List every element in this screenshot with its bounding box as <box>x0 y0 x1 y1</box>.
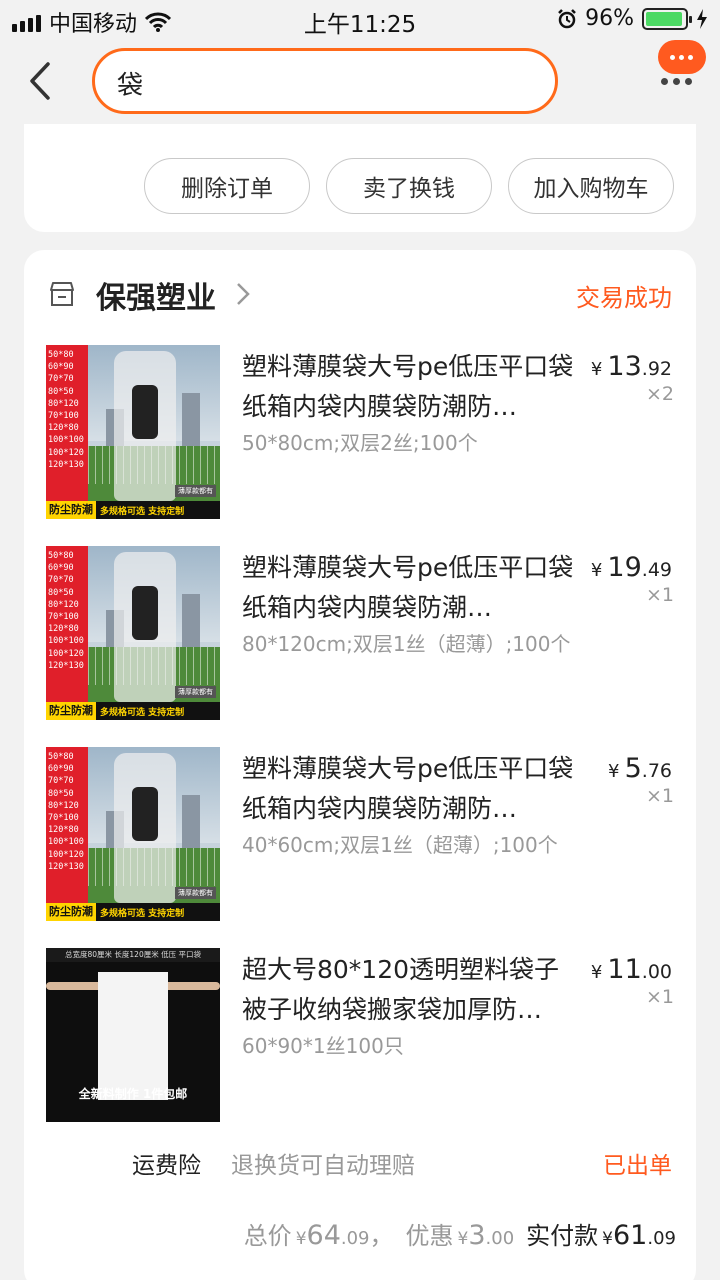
chevron-right-icon <box>237 283 250 305</box>
product-spec: 40*60cm;双层1丝（超薄）;100个 <box>242 833 558 857</box>
product-price: ¥ 19.49 <box>590 552 672 583</box>
product-image: 50*80 60*90 70*70 80*50 80*120 70*100 120*80 10… <box>46 747 220 921</box>
previous-order-card: 删除订单 卖了换钱 加入购物车 <box>24 124 696 232</box>
order-item[interactable]: 50*80 60*90 70*70 80*50 80*120 70*100 120*80 10… <box>24 345 696 521</box>
product-image: 50*80 60*90 70*70 80*50 80*120 70*100 120*80 10… <box>46 345 220 519</box>
search-input[interactable]: 袋 <box>92 48 558 114</box>
search-query: 袋 <box>117 71 144 101</box>
product-title: 塑料薄膜袋大号pe低压平口袋纸箱内袋内膜袋防潮… <box>242 553 574 622</box>
product-title: 塑料薄膜袋大号pe低压平口袋纸箱内袋内膜袋防潮防… <box>242 352 574 421</box>
order-item[interactable]: 50*80 60*90 70*70 80*50 80*120 70*100 120*80 10… <box>24 546 696 722</box>
order-totals: 总价 ¥64.09 ， 优惠 ¥3.00 实付款 ¥61.09 <box>244 1216 676 1251</box>
size-list: 50*80 60*90 70*70 80*50 80*120 70*100 120*80 10… <box>48 350 84 470</box>
shipping-insurance-row[interactable]: 运费险 退换货可自动理赔 已出单 <box>24 1146 696 1186</box>
sell-button[interactable]: 卖了换钱 <box>326 158 492 214</box>
back-arrow-icon[interactable] <box>22 58 62 104</box>
discount-label: 优惠 <box>405 1222 454 1250</box>
insurance-desc: 退换货可自动理赔 <box>231 1153 415 1179</box>
total-label: 总价 <box>243 1222 292 1250</box>
order-item[interactable]: 50*80 60*90 70*70 80*50 80*120 70*100 120*80 10… <box>24 747 696 923</box>
paid-label: 实付款 <box>526 1222 599 1250</box>
discount-value: 3 <box>468 1220 486 1251</box>
shop-icon <box>50 282 74 306</box>
insurance-label: 运费险 <box>132 1153 201 1179</box>
shop-row[interactable]: 保强塑业 交易成功 <box>24 270 696 320</box>
size-list: 50*80 60*90 70*70 80*50 80*120 70*100 120*80 10… <box>48 752 84 872</box>
status-bar: 中国移动 上午11:25 96% <box>0 0 720 40</box>
size-list: 50*80 60*90 70*70 80*50 80*120 70*100 120*80 10… <box>48 551 84 671</box>
delete-order-button[interactable]: 删除订单 <box>144 158 310 214</box>
charging-icon <box>697 8 707 29</box>
alarm-icon <box>558 8 576 28</box>
product-title: 塑料薄膜袋大号pe低压平口袋纸箱内袋内膜袋防潮防… <box>242 754 574 823</box>
total-value: 64 <box>306 1220 341 1251</box>
product-qty: ×2 <box>645 383 674 405</box>
battery-percent: 96% <box>585 6 634 31</box>
order-status: 交易成功 <box>576 284 672 312</box>
insurance-status: 已出单 <box>603 1153 672 1179</box>
product-qty: ×1 <box>645 986 674 1008</box>
battery-icon <box>642 7 692 30</box>
product-spec: 50*80cm;双层2丝;100个 <box>242 431 478 455</box>
product-qty: ×1 <box>645 785 674 807</box>
paid-value: 61 <box>613 1220 648 1251</box>
product-price: ¥ 11.00 <box>590 954 672 985</box>
nav-bar: 袋 <box>0 40 720 124</box>
product-image: 50*80 60*90 70*70 80*50 80*120 70*100 120*80 10… <box>46 546 220 720</box>
product-spec: 80*120cm;双层1丝（超薄）;100个 <box>242 632 571 656</box>
shop-name: 保强塑业 <box>96 281 216 316</box>
more-icon[interactable] <box>661 78 692 85</box>
product-image: 总宽度80厘米 长度120厘米 低压 平口袋 全新料制作 1件包邮 <box>46 948 220 1122</box>
product-spec: 60*90*1丝100只 <box>242 1034 404 1058</box>
product-qty: ×1 <box>645 584 674 606</box>
message-button[interactable] <box>658 40 706 74</box>
product-title: 超大号80*120透明塑料袋子被子收纳袋搬家袋加厚防… <box>242 955 560 1024</box>
product-price: ¥ 5.76 <box>608 753 672 784</box>
status-right: 96% <box>557 6 708 31</box>
product-price: ¥ 13.92 <box>590 351 672 382</box>
order-item[interactable]: 总宽度80厘米 长度120厘米 低压 平口袋 全新料制作 1件包邮 超大号80*… <box>24 948 696 1124</box>
add-to-cart-button[interactable]: 加入购物车 <box>508 158 674 214</box>
order-card: 保强塑业 交易成功 50*80 60*90 70*70 80*50 80*120 70*1… <box>24 250 696 1280</box>
